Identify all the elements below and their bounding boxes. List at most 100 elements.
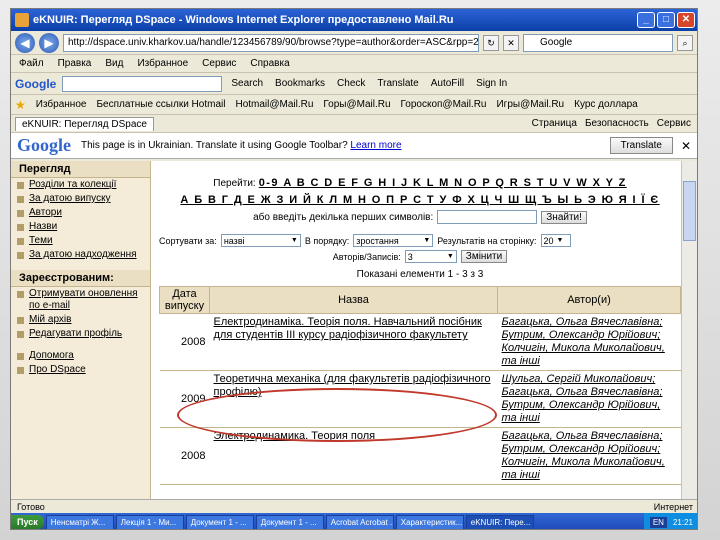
latin-letters[interactable]: 0-9 A B C D E F G H I J K L M N O P Q R …: [259, 177, 627, 189]
safety-menu[interactable]: Безопасность: [585, 118, 649, 129]
translate-button[interactable]: Translate: [609, 137, 673, 154]
menu-favorites[interactable]: Избранное: [137, 58, 188, 69]
menu-file[interactable]: Файл: [19, 58, 44, 69]
taskbar-item[interactable]: Acrobat Acrobat ...: [325, 514, 394, 529]
translate-message: This page is in Ukrainian. Translate it …: [81, 140, 610, 151]
google-toolbar: Google Search Bookmarks Check Translate …: [11, 73, 697, 95]
highlight-oval: [177, 388, 497, 442]
google-logo: Google: [17, 135, 71, 155]
favorite-link[interactable]: Hotmail@Mail.Ru: [235, 99, 313, 110]
toolbar-bookmarks-button[interactable]: Bookmarks: [272, 77, 328, 90]
main-panel: Перейти: 0-9 A B C D E F G H I J K L M N…: [159, 161, 681, 499]
sidebar-item-by-date[interactable]: За датою випуску: [11, 192, 150, 206]
sidebar-item-by-accession[interactable]: За датою надходження: [11, 248, 150, 262]
favorite-link[interactable]: Гороскоп@Mail.Ru: [401, 99, 487, 110]
toolbar-check-button[interactable]: Check: [334, 77, 368, 90]
toolbar-autofill-button[interactable]: AutoFill: [428, 77, 467, 90]
toolbar-translate-button[interactable]: Translate: [374, 77, 421, 90]
minimize-button[interactable]: _: [637, 12, 655, 28]
sidebar-item-titles[interactable]: Назви: [11, 220, 150, 234]
maximize-button[interactable]: □: [657, 12, 675, 28]
start-with-row: або введіть декілька перших символів: Зн…: [159, 210, 681, 224]
url-input[interactable]: http://dspace.univ.kharkov.ua/handle/123…: [63, 33, 479, 52]
col-header-title[interactable]: Назва: [209, 286, 498, 314]
menu-help[interactable]: Справка: [250, 58, 289, 69]
taskbar-item[interactable]: Лекція 1 - Ми...: [115, 514, 184, 529]
taskbar-item-active[interactable]: eKNUIR: Пере...: [465, 514, 534, 529]
taskbar-item[interactable]: Характеристик...: [395, 514, 464, 529]
tab-current[interactable]: eKNUIR: Перегляд DSpace: [15, 116, 154, 131]
row-title-link[interactable]: Електродинаміка. Теорія поля. Навчальний…: [214, 316, 482, 341]
search-input[interactable]: Google: [523, 33, 673, 52]
sidebar-item-subscribe[interactable]: Отримувати оновлення по e-mail: [11, 287, 150, 313]
update-button[interactable]: Змінити: [460, 250, 508, 263]
search-icon[interactable]: ⌕: [677, 34, 693, 51]
favorite-link[interactable]: Горы@Mail.Ru: [323, 99, 390, 110]
tools-menu[interactable]: Сервис: [657, 118, 691, 129]
find-button[interactable]: Знайти!: [541, 210, 587, 224]
learn-more-link[interactable]: Learn more: [350, 140, 401, 151]
results-per-page-select[interactable]: 20 ▼: [540, 234, 571, 247]
col-header-date[interactable]: Дата випуску: [159, 286, 210, 314]
sort-by-label: Сортувати за:: [159, 235, 217, 246]
favorites-bar: ★ Избранное Бесплатные ссылки Hotmail Ho…: [11, 95, 697, 115]
starts-with-input[interactable]: [437, 210, 538, 224]
authors-row: Авторів/Записів: 3 ▼ Змінити: [159, 250, 681, 263]
start-button[interactable]: Пуск: [11, 515, 44, 529]
menu-tools[interactable]: Сервис: [202, 58, 236, 69]
order-select[interactable]: зростання ▼: [353, 234, 434, 247]
back-icon[interactable]: ◀: [15, 32, 35, 53]
goto-label: Перейти:: [213, 178, 256, 189]
sidebar-item-my-archive[interactable]: Мій архів: [11, 313, 150, 327]
sidebar-item-subjects[interactable]: Теми: [11, 234, 150, 248]
close-icon[interactable]: ✕: [681, 139, 691, 153]
row-authors-link[interactable]: Багацька, Ольга Вячеславівна; Бутрим, Ол…: [502, 430, 665, 481]
sidebar-item-authors[interactable]: Автори: [11, 206, 150, 220]
google-toolbar-search[interactable]: [62, 75, 223, 92]
favorite-link[interactable]: Игры@Mail.Ru: [496, 99, 564, 110]
latin-jump: Перейти: 0-9 A B C D E F G H I J K L M N…: [159, 175, 681, 192]
results-table: Дата випуску Назва Автор(и) 2008 Електро…: [159, 286, 681, 485]
translate-text: This page is in Ukrainian. Translate it …: [81, 140, 348, 151]
menu-view[interactable]: Вид: [105, 58, 123, 69]
toolbar-signin-button[interactable]: Sign In: [473, 77, 510, 90]
row-authors-link[interactable]: Шульга, Сергій Миколайович; Багацька, Ол…: [502, 373, 663, 424]
status-text: Готово: [17, 501, 45, 512]
favorite-link[interactable]: Бесплатные ссылки Hotmail: [96, 99, 225, 110]
order-label: В порядку:: [304, 235, 350, 246]
sidebar-item-communities[interactable]: Розділи та колекції: [11, 178, 150, 192]
taskbar-item[interactable]: Документ 1 - ...: [185, 514, 254, 529]
clock: 21:21: [672, 517, 693, 527]
row-authors-link[interactable]: Багацька, Ольга Вячеславівна; Бутрим, Ол…: [502, 316, 665, 367]
forward-icon[interactable]: ▶: [39, 32, 59, 53]
menu-edit[interactable]: Правка: [58, 58, 92, 69]
table-row: 2008 Електродинаміка. Теорія поля. Навча…: [159, 313, 681, 371]
language-indicator[interactable]: EN: [649, 516, 667, 528]
sidebar-item-help[interactable]: Допомога: [11, 349, 150, 363]
refresh-icon[interactable]: ↻: [483, 34, 499, 51]
authors-records-select[interactable]: 3 ▼: [404, 250, 457, 263]
results-per-page-label: Результатів на сторінку:: [437, 235, 537, 246]
google-toolbar-logo: Google: [15, 76, 57, 91]
slide-background: eKNUIR: Перегляд DSpace - Windows Intern…: [0, 0, 720, 540]
close-button[interactable]: ✕: [677, 12, 695, 28]
cyrillic-letters[interactable]: А Б В Г Д Е Ж З И Й К Л М Н О П Р С Т У …: [180, 194, 659, 206]
sidebar-item-edit-profile[interactable]: Редагувати профіль: [11, 327, 150, 341]
favorites-star-icon[interactable]: ★: [15, 98, 26, 112]
taskbar: Пуск Ненсматрі Ж... Лекція 1 - Ми... Док…: [11, 513, 697, 529]
sort-controls: Сортувати за: назві ▼ В порядку: зростанн…: [159, 234, 681, 247]
vertical-scrollbar[interactable]: [681, 161, 697, 499]
stop-icon[interactable]: ✕: [503, 34, 519, 51]
taskbar-item[interactable]: Ненсматрі Ж...: [45, 514, 114, 529]
scrollbar-thumb[interactable]: [683, 181, 696, 241]
sidebar-item-about[interactable]: Про DSpace: [11, 363, 150, 377]
favorite-link[interactable]: Курс доллара: [574, 99, 638, 110]
toolbar-search-button[interactable]: Search: [228, 77, 266, 90]
col-header-authors[interactable]: Автор(и): [497, 286, 681, 314]
favorites-label[interactable]: Избранное: [36, 99, 87, 110]
page-menu[interactable]: Страница: [532, 118, 577, 129]
system-tray: EN 21:21: [643, 513, 697, 529]
window-title: eKNUIR: Перегляд DSpace - Windows Intern…: [33, 14, 454, 26]
sort-by-select[interactable]: назві ▼: [220, 234, 301, 247]
taskbar-item[interactable]: Документ 1 - ...: [255, 514, 324, 529]
